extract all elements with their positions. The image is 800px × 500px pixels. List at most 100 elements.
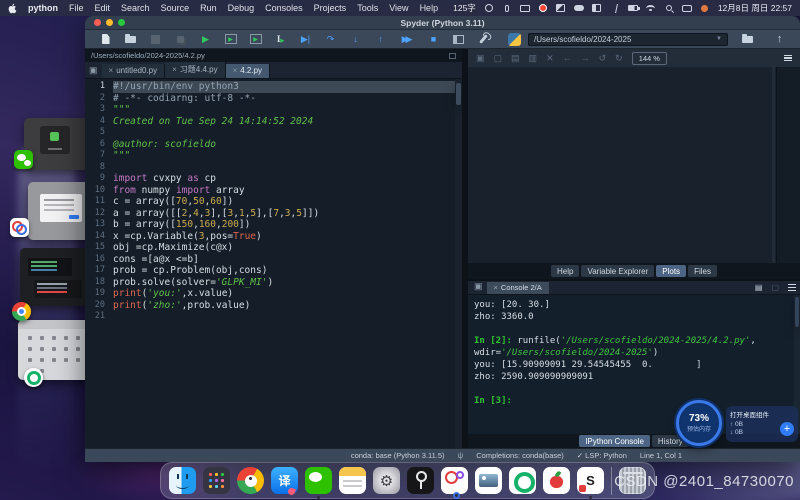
- next-plot-icon[interactable]: →: [581, 53, 590, 63]
- console-bottom-tab[interactable]: IPython Console: [579, 435, 650, 447]
- menu-item[interactable]: Projects: [314, 3, 347, 13]
- screen-record-icon[interactable]: [538, 3, 548, 13]
- step-over-button[interactable]: ↷: [318, 32, 343, 47]
- menu-item[interactable]: View: [389, 3, 408, 13]
- browse-tabs-icon[interactable]: ▣: [89, 65, 98, 76]
- notification-dot-icon[interactable]: [700, 3, 710, 13]
- mic-icon[interactable]: [502, 3, 512, 13]
- menu-item[interactable]: Debug: [228, 3, 255, 13]
- editor-tab[interactable]: ×4.2.py: [226, 64, 270, 78]
- split-editor-icon[interactable]: [449, 53, 456, 59]
- right-pane-tab[interactable]: Plots: [656, 265, 686, 277]
- menu-item[interactable]: Source: [161, 3, 190, 13]
- parent-directory-button[interactable]: ↑: [767, 32, 792, 47]
- step-out-button[interactable]: ↑: [368, 32, 393, 47]
- zoom-out-icon[interactable]: ↺: [599, 53, 607, 64]
- desktop-widget-panel[interactable]: 打开桌面组件 ↑ 0B ↓ 0B +: [726, 406, 798, 442]
- dock-icon-finder[interactable]: [169, 467, 196, 494]
- keyboard-icon[interactable]: [520, 3, 530, 13]
- save-all-plots-icon[interactable]: ▢: [494, 53, 503, 64]
- stage-window-wechat[interactable]: [24, 118, 88, 170]
- shapes-icon[interactable]: [556, 3, 566, 13]
- continue-execution-button[interactable]: ▶▶: [393, 32, 418, 47]
- dock-icon-wechat[interactable]: [305, 467, 332, 494]
- right-pane-tab[interactable]: Files: [688, 265, 717, 277]
- dock-icon-translate[interactable]: 译: [271, 467, 298, 494]
- console-options-menu-icon[interactable]: [788, 284, 796, 291]
- close-plot-icon[interactable]: ✕: [546, 53, 554, 64]
- window-title-bar[interactable]: Spyder (Python 3.11): [85, 16, 800, 30]
- display-split-icon[interactable]: [592, 3, 602, 13]
- wifi-icon[interactable]: [646, 3, 656, 13]
- editor-scrollbar[interactable]: [455, 79, 462, 448]
- spotlight-search-icon[interactable]: [664, 3, 674, 13]
- menu-bar-clock[interactable]: 12月8日 周日 22:57: [718, 2, 792, 14]
- save-all-button[interactable]: [168, 32, 193, 47]
- open-file-button[interactable]: [118, 32, 143, 47]
- ring-app-badge-icon[interactable]: [24, 368, 43, 387]
- previous-plot-icon[interactable]: ←: [563, 53, 572, 63]
- remove-plot-icon[interactable]: ▥: [529, 53, 538, 64]
- face-status-icon[interactable]: [484, 3, 494, 13]
- add-widget-button[interactable]: +: [780, 422, 794, 436]
- input-method-label[interactable]: 125字: [453, 2, 476, 14]
- editor-tab[interactable]: ×untitled0.py: [102, 64, 166, 78]
- control-center-icon[interactable]: [682, 3, 692, 13]
- console-inspect-icon[interactable]: ▢: [771, 283, 779, 292]
- dock-icon-s-app[interactable]: S: [577, 467, 604, 494]
- step-into-button[interactable]: ↓: [343, 32, 368, 47]
- dock-icon-launchpad[interactable]: [203, 467, 230, 494]
- close-console-icon[interactable]: ×: [494, 283, 498, 292]
- dock-icon-recorder[interactable]: [441, 467, 468, 494]
- new-file-button[interactable]: [93, 32, 118, 47]
- browse-directory-button[interactable]: [735, 32, 760, 47]
- menu-item[interactable]: Consoles: [265, 3, 303, 13]
- run-selection-button[interactable]: I▶: [268, 32, 293, 47]
- run-file-button[interactable]: ▶: [193, 32, 218, 47]
- menu-item[interactable]: Edit: [95, 3, 111, 13]
- zoom-reset-icon[interactable]: ↻: [615, 53, 623, 64]
- working-directory-select[interactable]: /Users/scofieldo/2024-2025▼: [528, 33, 728, 46]
- close-tab-icon[interactable]: ×: [109, 66, 114, 75]
- plots-content-area[interactable]: [468, 67, 800, 263]
- recorder-app-badge-icon[interactable]: [10, 218, 29, 237]
- dock-icon-preview[interactable]: [475, 467, 502, 494]
- console-tab[interactable]: ×Console 2/A: [487, 282, 549, 294]
- dock-icon-apple-app[interactable]: [543, 467, 570, 494]
- code-editor[interactable]: 1 #!/usr/bin/env python3 2 # -*- codiarn…: [85, 79, 462, 448]
- menu-item[interactable]: Tools: [357, 3, 378, 13]
- close-tab-icon[interactable]: ×: [172, 65, 177, 74]
- wechat-app-badge-icon[interactable]: [14, 150, 33, 169]
- right-pane-tab[interactable]: Help: [551, 265, 579, 277]
- preferences-wrench-button[interactable]: [471, 32, 496, 47]
- plot-zoom-level[interactable]: 144 %: [632, 52, 667, 65]
- stop-debugging-button[interactable]: ■: [421, 32, 446, 47]
- console-environment-icon[interactable]: ▤: [755, 283, 763, 292]
- right-pane-tab[interactable]: Variable Explorer: [581, 265, 654, 277]
- run-cell-advance-button[interactable]: ▶: [243, 32, 268, 47]
- plots-options-menu-icon[interactable]: [784, 55, 792, 62]
- save-file-button[interactable]: [143, 32, 168, 47]
- plots-scrollbar[interactable]: [772, 67, 775, 263]
- close-tab-icon[interactable]: ×: [233, 66, 238, 75]
- cloud-icon[interactable]: [574, 3, 584, 13]
- menu-item[interactable]: Search: [121, 3, 150, 13]
- battery-icon[interactable]: [628, 3, 638, 13]
- run-cell-button[interactable]: ▶: [218, 32, 243, 47]
- dock-icon-notes[interactable]: [339, 467, 366, 494]
- active-app-menu[interactable]: python: [28, 3, 58, 13]
- bluetooth-icon[interactable]: [610, 3, 620, 13]
- dock-icon-chrome[interactable]: [237, 467, 264, 494]
- debug-file-button[interactable]: ▶|: [293, 32, 318, 47]
- dock-icon-ring-app[interactable]: [509, 467, 536, 494]
- memory-usage-widget[interactable]: 73% 预估内存: [676, 400, 722, 446]
- save-plot-icon[interactable]: ▣: [476, 53, 485, 64]
- dock-icon-keychain[interactable]: [407, 467, 434, 494]
- menu-item[interactable]: File: [69, 3, 84, 13]
- stage-window-code[interactable]: [20, 248, 92, 306]
- dock-icon-system-settings[interactable]: ⚙: [373, 467, 400, 494]
- chrome-app-badge-icon[interactable]: [12, 302, 31, 321]
- editor-tab[interactable]: ×习题4.4.py: [165, 62, 225, 78]
- browse-consoles-icon[interactable]: ▣: [474, 281, 483, 292]
- dropdown-arrow-icon[interactable]: ▼: [716, 36, 722, 42]
